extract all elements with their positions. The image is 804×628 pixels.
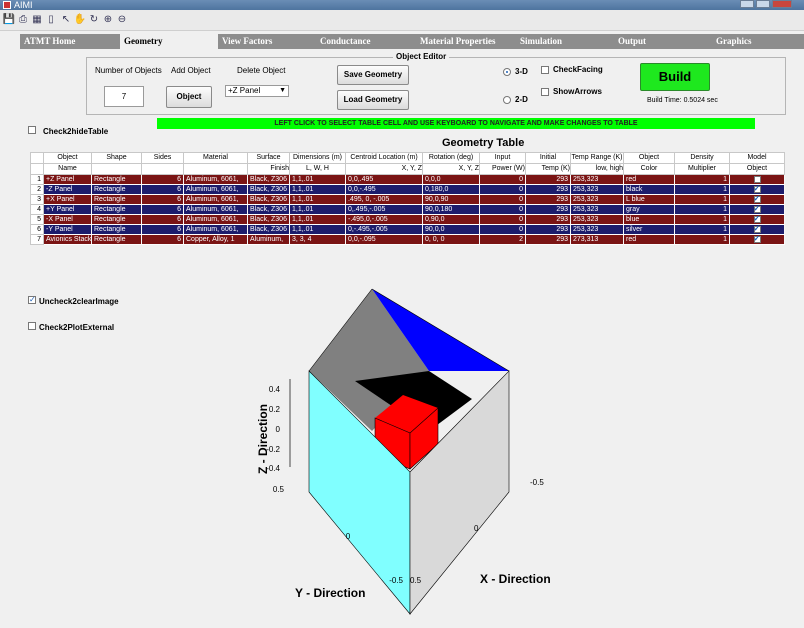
minimize-button[interactable]: [740, 0, 754, 8]
x-tick-label: 0: [474, 524, 479, 533]
zoom-out-icon[interactable]: ⊖: [116, 13, 128, 25]
zoom-in-icon[interactable]: ⊕: [102, 13, 114, 25]
print-icon[interactable]: ⎙: [17, 13, 29, 25]
tab-output[interactable]: Output: [614, 34, 712, 49]
tab-material-properties[interactable]: Material Properties: [416, 34, 516, 49]
tab-simulation[interactable]: Simulation: [516, 34, 614, 49]
x-tick-label: -0.5: [530, 478, 544, 487]
window-title: AIMI: [14, 0, 33, 10]
close-button[interactable]: [772, 0, 792, 8]
toolbar: 💾 ⎙ ▦ ▯ ↖ ✋ ↻ ⊕ ⊖: [0, 10, 804, 31]
y-tick-label: 0.5: [273, 485, 285, 494]
x-axis-label: X - Direction: [480, 572, 551, 586]
z-tick-label: 0.2: [269, 405, 281, 414]
tab-bar: ATMT Home Geometry View Factors Conducta…: [20, 34, 804, 49]
grid-icon[interactable]: ▦: [31, 13, 43, 25]
z-tick-label: 0: [276, 425, 281, 434]
geometry-panel: Object Editor Number of Objects 7 Add Ob…: [20, 49, 804, 621]
tab-graphics[interactable]: Graphics: [712, 34, 804, 49]
tab-conductance[interactable]: Conductance: [316, 34, 416, 49]
y-tick-label: -0.5: [389, 576, 403, 585]
pan-icon[interactable]: ✋: [74, 13, 86, 25]
z-axis-label: Z - Direction: [256, 404, 270, 474]
tab-atmt-home[interactable]: ATMT Home: [20, 34, 120, 49]
window-titlebar: AIMI: [0, 0, 804, 10]
y-axis-label: Y - Direction: [295, 586, 365, 600]
geometry-3d-plot[interactable]: 0.4 0.2 0 -0.2 -0.4 0.5 0 -0.5 0.5 0 -0.…: [20, 49, 804, 621]
maximize-button[interactable]: [756, 0, 770, 8]
x-tick-label: 0.5: [410, 576, 422, 585]
tab-geometry[interactable]: Geometry: [120, 34, 218, 49]
cursor-icon[interactable]: ↖: [60, 13, 72, 25]
z-tick-label: 0.4: [269, 385, 281, 394]
tab-view-factors[interactable]: View Factors: [218, 34, 316, 49]
rotate-icon[interactable]: ↻: [88, 13, 100, 25]
app-icon: [3, 1, 11, 9]
y-tick-label: 0: [346, 532, 351, 541]
save-icon[interactable]: 💾: [3, 13, 15, 25]
page-icon[interactable]: ▯: [45, 13, 57, 25]
